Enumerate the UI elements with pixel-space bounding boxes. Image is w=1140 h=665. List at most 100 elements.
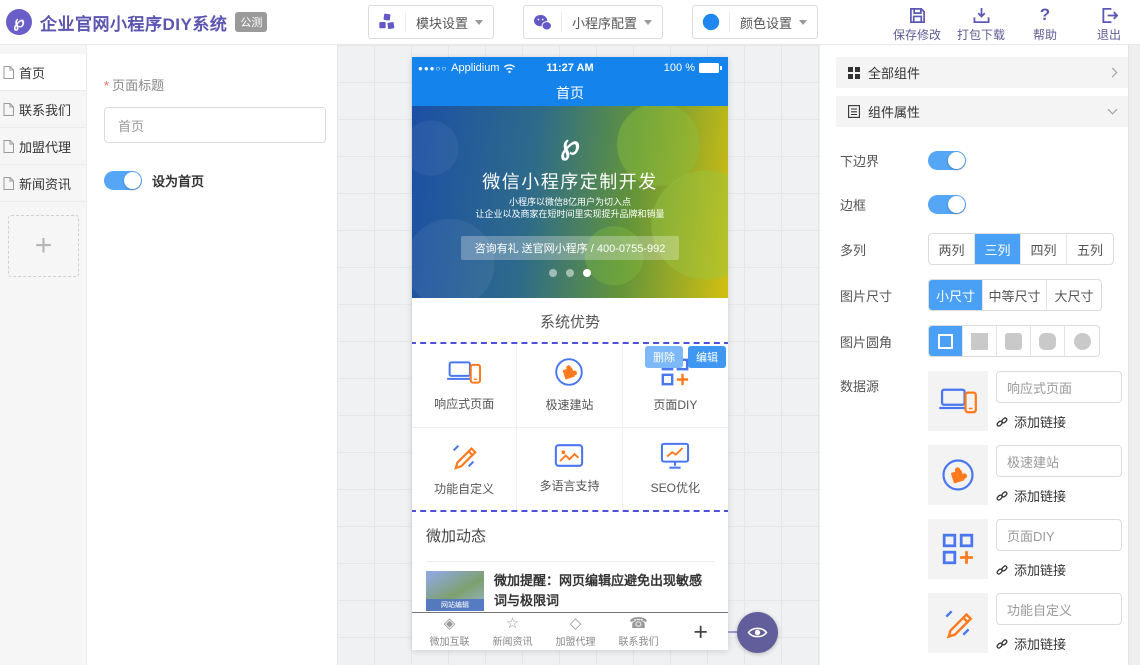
add-link-button[interactable]: 添加链接 (996, 486, 1122, 505)
datasource-item: 添加链接 (928, 371, 1122, 431)
page-settings-panel: *页面标题 设为首页 (87, 45, 337, 665)
carousel-dot-active[interactable] (583, 269, 591, 277)
component-props-header[interactable]: 组件属性 (836, 96, 1128, 127)
image-size-label: 图片尺寸 (840, 286, 928, 305)
miniprogram-menu-label: 小程序配置 (562, 13, 644, 32)
phone-icon: ☎ (607, 616, 670, 632)
components-grid-icon (848, 67, 860, 79)
brand-logo-icon: ℘ (6, 9, 32, 35)
sidebar-item-contact[interactable]: 联系我们 (0, 91, 86, 128)
advantage-label: SEO优化 (651, 479, 700, 496)
sidebar-item-home[interactable]: 首页 (0, 54, 86, 91)
border-label: 边框 (840, 195, 928, 214)
radius-option-circle[interactable] (1065, 326, 1099, 356)
radius-option-0[interactable] (963, 326, 997, 356)
tab-contact[interactable]: ☎ 联系我们 (607, 616, 670, 648)
advantage-cell[interactable]: SEO优化 (623, 428, 728, 511)
border-toggle[interactable] (928, 195, 966, 214)
all-components-header[interactable]: 全部组件 (836, 57, 1128, 88)
exit-button[interactable]: 退出 (1084, 5, 1134, 43)
news-article[interactable]: 网站编辑 微加提醒：网页编辑应避免出现敏感词与极限词 (426, 562, 714, 611)
carousel-dot[interactable] (566, 269, 574, 277)
datasource-name-input[interactable] (996, 593, 1122, 625)
beta-badge: 公测 (235, 12, 267, 32)
advantage-cell[interactable]: 极速建站 (517, 344, 622, 428)
advantage-cell[interactable]: 响应式页面 (412, 344, 517, 428)
columns-button-group: 两列 三列 四列 五列 (928, 233, 1114, 265)
add-link-button[interactable]: 添加链接 (996, 634, 1122, 653)
fast-build-icon (554, 357, 584, 387)
exit-label: 退出 (1084, 26, 1134, 43)
image-size-large[interactable]: 大尺寸 (1047, 280, 1101, 310)
columns-option-2[interactable]: 两列 (929, 234, 975, 264)
image-size-medium[interactable]: 中等尺寸 (983, 280, 1047, 310)
modules-menu-button[interactable]: 模块设置 (368, 5, 494, 39)
delete-component-button[interactable]: 删除 (645, 346, 683, 368)
help-icon: ? (1020, 5, 1070, 24)
image-size-small-selected[interactable]: 小尺寸 (929, 280, 983, 310)
link-icon (996, 490, 1008, 502)
seo-icon (660, 442, 690, 470)
radius-option-medium[interactable] (1031, 326, 1065, 356)
all-components-label: 全部组件 (868, 63, 920, 82)
color-menu-label: 颜色设置 (730, 13, 799, 32)
fast-build-icon (928, 445, 988, 505)
hero-banner[interactable]: ℘ 微信小程序定制开发 小程序以微信8亿用户为切入点 让企业以及商家在短时间里实… (412, 106, 728, 298)
tab-weijia[interactable]: ◈ 微加互联 (418, 616, 481, 648)
datasource-name-input[interactable] (996, 371, 1122, 403)
radius-option-small[interactable] (997, 326, 1031, 356)
weijia-logo-icon: ◈ (418, 616, 481, 632)
phone-status-bar: ●●●○○ Applidium 11:27 AM 100 % (412, 57, 728, 79)
eye-icon (747, 625, 768, 640)
carousel-dot[interactable] (549, 269, 557, 277)
columns-row: 多列 两列 三列 四列 五列 (840, 233, 1128, 265)
datasource-item: 添加链接 (928, 519, 1122, 579)
right-gutter (1128, 45, 1140, 665)
add-link-button[interactable]: 添加链接 (996, 560, 1122, 579)
edit-component-button[interactable]: 编辑 (688, 346, 726, 368)
miniprogram-icon (524, 12, 562, 32)
bottom-margin-toggle[interactable] (928, 151, 966, 170)
columns-option-4[interactable]: 四列 (1021, 234, 1067, 264)
sidebar-item-label: 联系我们 (19, 100, 71, 119)
download-label: 打包下载 (956, 26, 1006, 43)
download-button[interactable]: 打包下载 (956, 5, 1006, 43)
inspector-panel: 全部组件 组件属性 下边界 边框 (820, 45, 1128, 665)
help-button[interactable]: ? 帮助 (1020, 5, 1070, 43)
datasource-name-input[interactable] (996, 445, 1122, 477)
sidebar-item-agency[interactable]: 加盟代理 (0, 128, 86, 165)
advantage-cell[interactable]: 多语言支持 (517, 428, 622, 511)
workspace: 首页 联系我们 加盟代理 新闻资讯 + (0, 45, 1140, 665)
advantages-grid: 响应式页面 (412, 344, 728, 510)
save-button[interactable]: 保存修改 (892, 5, 942, 43)
miniprogram-menu-button[interactable]: 小程序配置 (523, 5, 663, 39)
article-thumbnail: 网站编辑 (426, 571, 484, 611)
datasource-row: 数据源 (840, 371, 1128, 665)
chevron-right-icon (1108, 68, 1118, 78)
advantage-cell[interactable]: 功能自定义 (412, 428, 517, 511)
bottom-margin-label: 下边界 (840, 151, 928, 170)
add-link-button[interactable]: 添加链接 (996, 412, 1122, 431)
add-tab-button[interactable]: + (693, 617, 708, 647)
radius-option-none-selected[interactable] (929, 326, 963, 356)
page-title-input[interactable] (104, 107, 326, 143)
set-home-toggle[interactable] (104, 171, 142, 190)
tab-news[interactable]: ☆ 新闻资讯 (481, 616, 544, 648)
modules-icon (369, 12, 406, 32)
news-section: 微加动态 网站编辑 微加提醒：网页编辑应避免出现敏感词与极限词 (412, 510, 728, 611)
preview-eye-button[interactable] (737, 612, 778, 653)
color-menu-button[interactable]: 颜色设置 (692, 5, 818, 39)
hero-promo-wrap: 咨询有礼 送官网小程序 / 400-0755-992 (412, 236, 728, 260)
set-home-row: 设为首页 (104, 171, 325, 190)
advantages-section-title: 系统优势 (412, 298, 728, 344)
add-page-button[interactable]: + (8, 215, 79, 277)
props-list-icon (848, 105, 860, 118)
top-bar: ℘ 企业官网小程序DIY系统 公测 模块设置 (0, 0, 1140, 45)
chevron-down-icon (475, 20, 483, 25)
datasource-name-input[interactable] (996, 519, 1122, 551)
tab-agency[interactable]: ◇ 加盟代理 (544, 616, 607, 648)
columns-option-5[interactable]: 五列 (1067, 234, 1113, 264)
sidebar-item-news[interactable]: 新闻资讯 (0, 165, 86, 202)
phone-tab-bar: ◈ 微加互联 ☆ 新闻资讯 ◇ 加盟代理 ☎ 联系我们 + (412, 612, 728, 650)
columns-option-3-selected[interactable]: 三列 (975, 234, 1021, 264)
